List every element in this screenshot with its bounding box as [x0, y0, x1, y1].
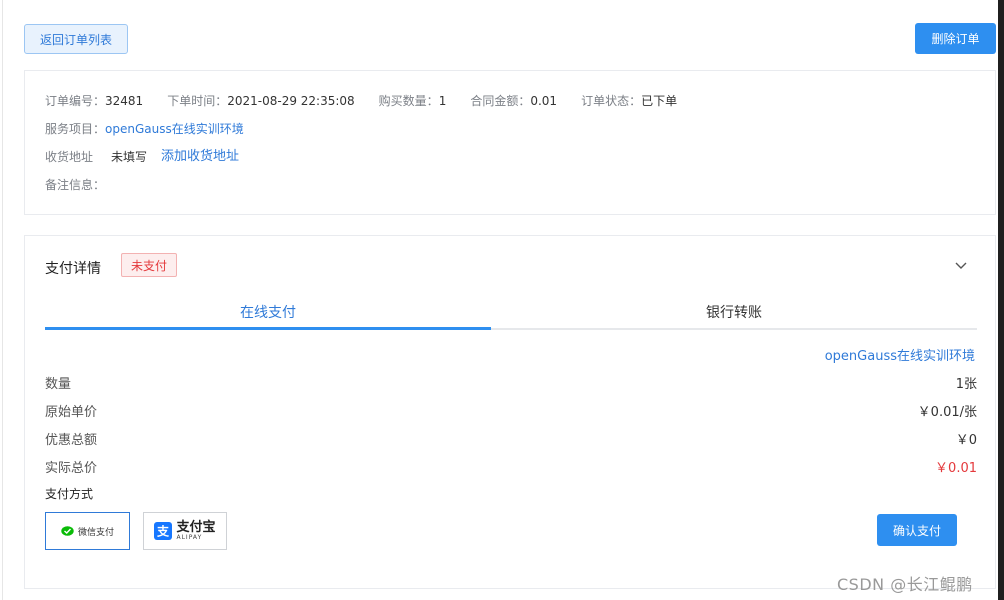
address-label: 收货地址 [45, 150, 94, 164]
add-address-link[interactable]: 添加收货地址 [161, 149, 239, 165]
delete-order-button[interactable]: 删除订单 [915, 23, 996, 54]
wechat-pay-option[interactable]: 微信支付 [45, 512, 130, 550]
item-key: 原始单价 [45, 405, 98, 420]
item-key: 优惠总额 [45, 433, 98, 448]
alipay-option[interactable]: 支 支付宝 ALIPAY [143, 512, 227, 550]
alipay-cn-label: 支付宝 [176, 520, 216, 535]
order-qty: 1 [438, 94, 447, 108]
wechat-icon [61, 525, 74, 536]
wechat-pay-label: 微信支付 [77, 527, 114, 538]
price-row-total: 实际总价 ￥0.01 [45, 457, 977, 476]
order-info-card: 订单编号： 32481 下单时间： 2021-08-29 22:35:08 购买… [24, 70, 996, 215]
item-key: 实际总价 [45, 461, 98, 476]
service-label: 服务项目： [45, 122, 106, 136]
order-status: 已下单 [641, 94, 678, 108]
order-number: 32481 [105, 94, 144, 108]
price-row-unit-price: 原始单价 ￥0.01/张 [45, 401, 977, 420]
confirm-payment-button[interactable]: 确认支付 [877, 514, 957, 546]
remark-row: 备注信息： [45, 177, 105, 193]
order-time-label: 下单时间： [167, 94, 228, 108]
price-row-quantity: 数量 1张 [45, 373, 977, 392]
item-value: ￥0.01/张 [917, 405, 977, 420]
order-number-label: 订单编号： [45, 94, 106, 108]
order-amount: 0.01 [530, 94, 558, 108]
address-value: 未填写 [111, 150, 148, 164]
order-time: 2021-08-29 22:35:08 [227, 94, 355, 108]
address-row: 收货地址 未填写 添加收货地址 [45, 149, 239, 165]
payment-card: 支付详情 未支付 在线支付 银行转账 openGauss在线实训环境 数量 1张… [24, 235, 996, 589]
tab-online-payment[interactable]: 在线支付 [45, 296, 491, 328]
left-divider [2, 0, 3, 600]
order-amount-label: 合同金额： [470, 94, 531, 108]
alipay-en-label: ALIPAY [176, 534, 203, 541]
order-status-label: 订单状态： [581, 94, 642, 108]
total-price: ￥0.01 [935, 461, 977, 476]
product-link[interactable]: openGauss在线实训环境 [825, 345, 975, 364]
price-row-discount: 优惠总额 ￥0 [45, 429, 977, 448]
order-qty-label: 购买数量： [378, 94, 439, 108]
payment-method-label: 支付方式 [45, 487, 94, 501]
order-detail-page: 返回订单列表 删除订单 订单编号： 32481 下单时间： 2021-08-29… [0, 0, 1004, 600]
payment-title: 支付详情 [45, 261, 101, 277]
svg-text:支: 支 [156, 524, 170, 539]
item-key: 数量 [45, 377, 72, 392]
alipay-icon: 支 [154, 522, 173, 540]
item-value: ￥0 [955, 433, 977, 448]
back-to-orders-button[interactable]: 返回订单列表 [24, 24, 128, 54]
remark-label: 备注信息： [45, 178, 106, 192]
order-summary-row: 订单编号： 32481 下单时间： 2021-08-29 22:35:08 购买… [45, 93, 677, 109]
alipay-wordmark: 支付宝 ALIPAY [176, 521, 215, 541]
status-badge: 未支付 [121, 253, 177, 277]
chevron-down-icon[interactable] [954, 258, 968, 272]
tab-bank-transfer[interactable]: 银行转账 [491, 296, 977, 328]
item-value: 1张 [955, 377, 977, 392]
watermark: CSDN @长江鲲鹏 [837, 575, 973, 594]
right-edge-bar [998, 0, 1004, 600]
service-link[interactable]: openGauss在线实训环境 [105, 121, 244, 137]
service-row: 服务项目： openGauss在线实训环境 [45, 121, 244, 137]
tab-active-indicator [45, 327, 491, 330]
